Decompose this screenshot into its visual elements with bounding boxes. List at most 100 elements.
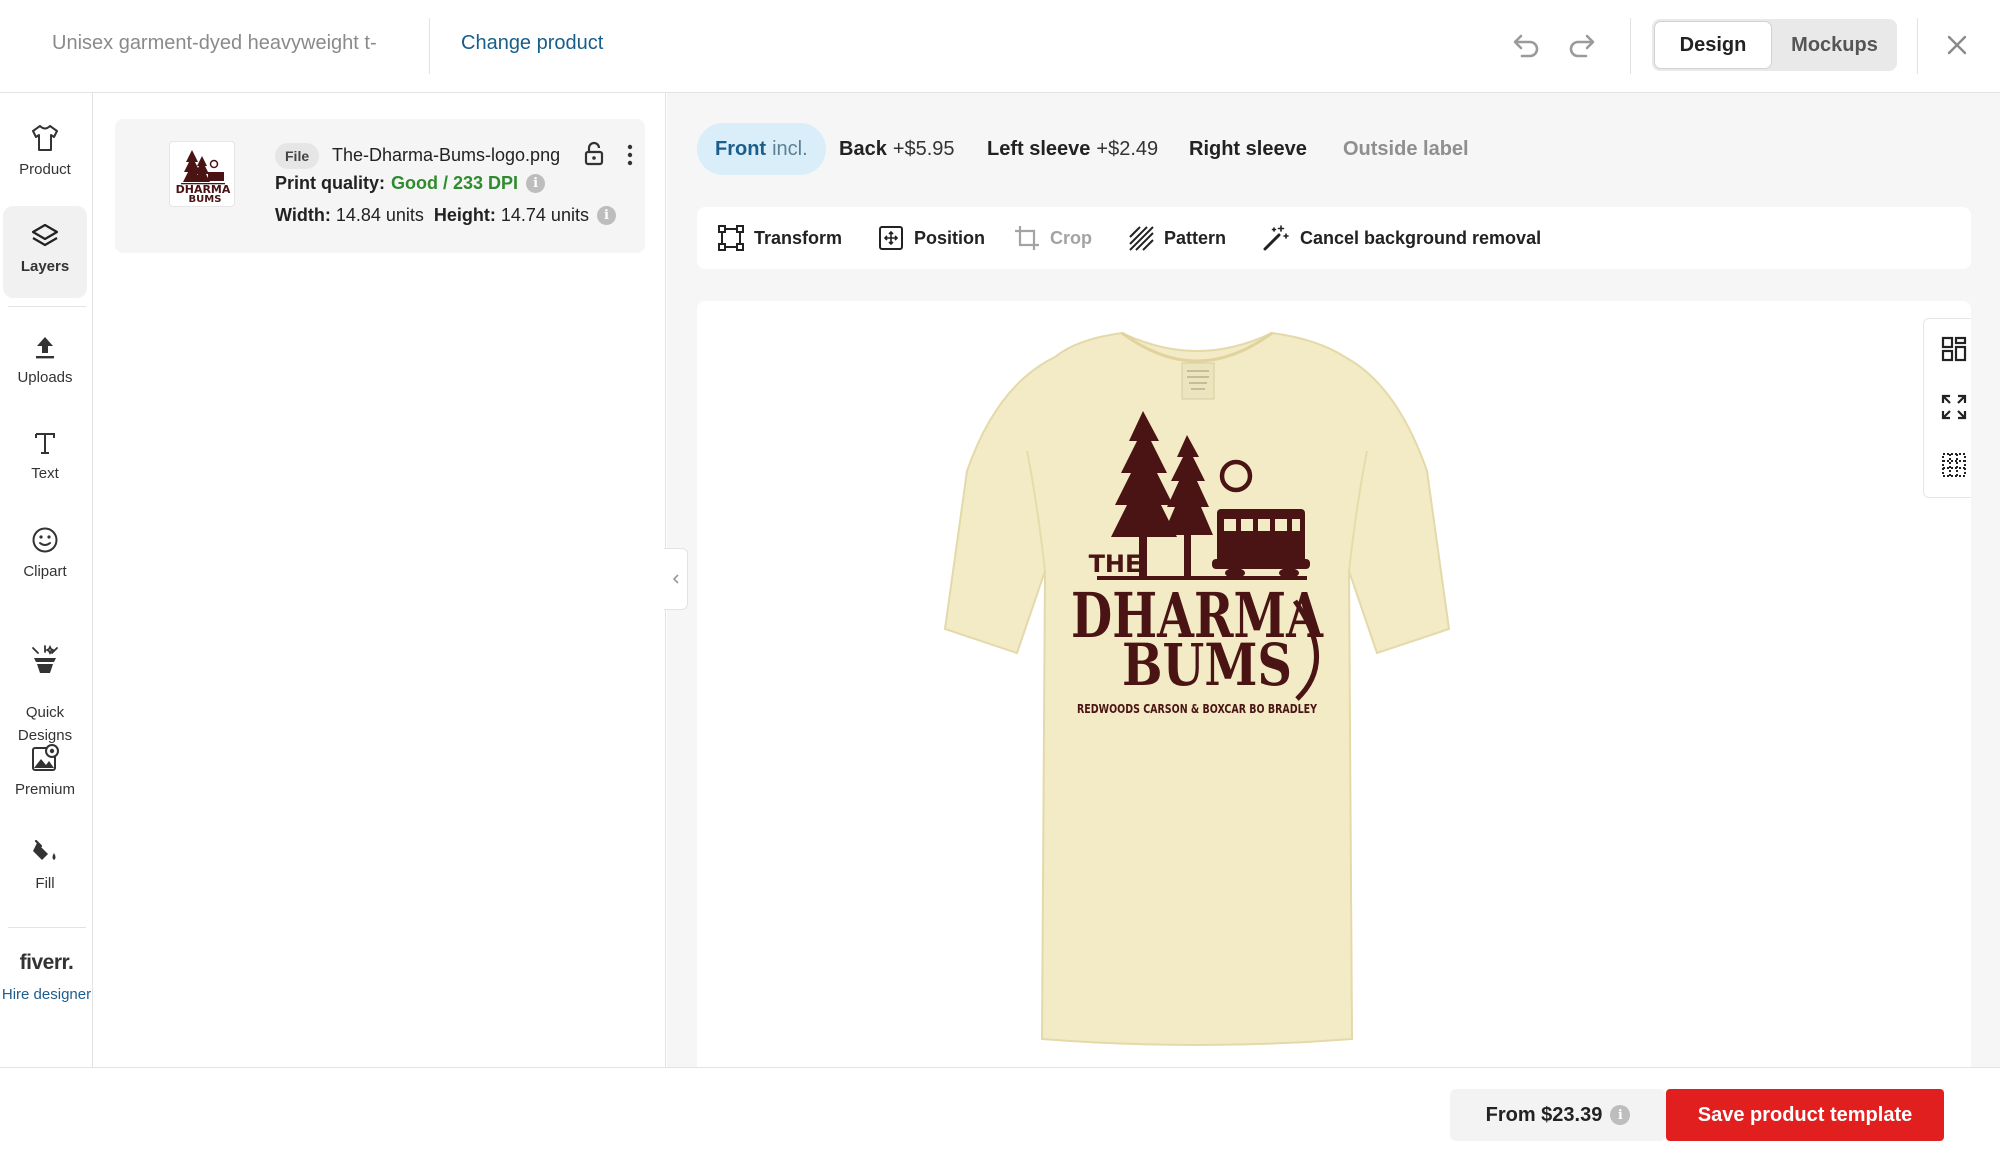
- mockups-toggle-button[interactable]: Mockups: [1774, 21, 1895, 69]
- tab-label: Front: [715, 137, 767, 160]
- view-tools-panel: [1923, 318, 1971, 498]
- tab-left-sleeve[interactable]: Left sleeve +$2.49: [987, 123, 1158, 175]
- price-display: From $23.39 i: [1450, 1089, 1666, 1141]
- width-label: Width:: [275, 205, 331, 225]
- layer-toolbar: Transform Position Crop Pattern Cancel b…: [697, 207, 1971, 269]
- neck-label: [1181, 362, 1215, 400]
- rail-item-quick-designs[interactable]: Quick Designs: [3, 621, 87, 747]
- print-quality-label: Print quality:: [275, 173, 386, 193]
- bottom-bar: From $23.39 i Save product template: [0, 1067, 2000, 1159]
- print-quality: Print quality: Good / 233 DPI i: [275, 173, 546, 194]
- rail-label: Text: [31, 465, 59, 482]
- cancel-background-removal-button[interactable]: Cancel background removal: [1261, 207, 1541, 269]
- rail-item-product[interactable]: Product: [3, 123, 87, 178]
- fit-to-screen-icon[interactable]: [1940, 393, 1968, 421]
- layer-thumbnail: DHARMA BUMS: [169, 141, 235, 207]
- transform-button[interactable]: Transform: [717, 207, 842, 269]
- divider: [1917, 18, 1918, 74]
- design-workspace: Front incl. Back +$5.95 Left sleeve +$2.…: [667, 93, 2000, 1067]
- design-canvas[interactable]: THE DHARMA BUMS REDWOODS CARSON & BOXCAR…: [697, 301, 1971, 1067]
- undo-icon[interactable]: [1508, 30, 1542, 60]
- fiverr-logo: fiverr.: [19, 951, 74, 974]
- paint-bucket-icon: [33, 839, 56, 860]
- upload-icon: [36, 337, 54, 359]
- pattern-button[interactable]: Pattern: [1127, 207, 1226, 269]
- tshirt-icon: [32, 125, 58, 151]
- divider: [1630, 18, 1631, 74]
- tab-price: incl.: [772, 137, 808, 160]
- tab-label: Outside label: [1343, 137, 1469, 160]
- svg-text:BUMS: BUMS: [189, 194, 222, 205]
- rail-label: Layers: [20, 258, 70, 275]
- layer-file-name: The-Dharma-Bums-logo.png: [332, 145, 561, 165]
- rail-item-fill[interactable]: Fill: [3, 837, 87, 892]
- dotted-grid-icon[interactable]: [1940, 451, 1968, 479]
- rail-label: Premium: [14, 781, 75, 798]
- rail-item-premium[interactable]: Premium: [3, 743, 87, 798]
- layers-icon: [31, 223, 59, 247]
- save-product-template-button[interactable]: Save product template: [1666, 1089, 1944, 1141]
- tool-label: Position: [914, 227, 985, 248]
- collapse-panel-button[interactable]: [664, 548, 688, 610]
- position-button[interactable]: Position: [877, 207, 985, 269]
- logo-tagline: REDWOODS CARSON & BOXCAR BO BRADLEY: [1077, 702, 1317, 716]
- crop-button[interactable]: Crop: [1013, 207, 1092, 269]
- rail-label: Product: [19, 161, 71, 178]
- unlock-icon[interactable]: [583, 141, 605, 167]
- rail-item-uploads[interactable]: Uploads: [3, 333, 87, 386]
- trolley-car: [1212, 509, 1310, 578]
- rail-label: Uploads: [17, 369, 73, 386]
- divider: [429, 18, 430, 74]
- crop-icon: [1015, 226, 1039, 250]
- top-bar: Unisex garment-dyed heavyweight t- Chang…: [0, 0, 2000, 93]
- redo-icon[interactable]: [1566, 30, 1600, 60]
- close-icon[interactable]: [1942, 30, 1972, 60]
- rail-divider: [8, 927, 86, 928]
- tab-front[interactable]: Front incl.: [697, 123, 826, 175]
- tab-back[interactable]: Back +$5.95: [839, 123, 955, 175]
- info-icon[interactable]: i: [596, 206, 616, 225]
- rail-item-text[interactable]: Text: [3, 429, 87, 482]
- design-toggle-button[interactable]: Design: [1654, 21, 1772, 69]
- width-value: 14.84 units: [335, 205, 424, 225]
- chevron-left-icon: [672, 574, 679, 584]
- tshirt-mockup: THE DHARMA BUMS REDWOODS CARSON & BOXCAR…: [943, 331, 1451, 1046]
- layer-dimensions: Width: 14.84 units Height: 14.74 units i: [275, 205, 616, 226]
- tree-trunk: [1184, 533, 1191, 577]
- position-icon: [879, 226, 903, 250]
- tool-rail: Product Layers Uploads Text Clipart Quic…: [0, 93, 93, 1067]
- tool-label: Pattern: [1164, 227, 1227, 248]
- info-icon[interactable]: i: [526, 174, 546, 193]
- hire-designer-link[interactable]: Hire designer: [0, 983, 93, 1006]
- info-icon[interactable]: i: [1610, 1105, 1631, 1125]
- rail-divider: [8, 306, 86, 307]
- pattern-icon: [1129, 226, 1154, 251]
- layer-item[interactable]: DHARMA BUMS File The-Dharma-Bums-logo.pn…: [115, 119, 645, 253]
- tab-label: Back: [839, 137, 887, 160]
- print-quality-value: Good / 233 DPI: [391, 173, 519, 193]
- grid-view-icon[interactable]: [1940, 335, 1968, 363]
- height-label: Height:: [433, 205, 496, 225]
- tab-right-sleeve[interactable]: Right sleeve: [1189, 123, 1307, 175]
- rail-item-layers[interactable]: Layers: [3, 206, 87, 298]
- more-options-icon[interactable]: [625, 143, 635, 167]
- product-name: Unisex garment-dyed heavyweight t-: [52, 32, 377, 54]
- tab-price: +$5.95: [892, 137, 955, 160]
- layers-panel: DHARMA BUMS File The-Dharma-Bums-logo.pn…: [93, 93, 666, 1067]
- file-type-badge: File: [275, 143, 320, 169]
- view-toggle: Design Mockups: [1652, 19, 1897, 71]
- tool-label: Crop: [1050, 227, 1092, 248]
- price-label: From $23.39: [1485, 1103, 1603, 1126]
- tab-outside-label[interactable]: Outside label: [1343, 123, 1469, 175]
- height-value: 14.74 units: [500, 205, 589, 225]
- tool-label: Transform: [754, 227, 843, 248]
- rail-label: Clipart: [23, 563, 67, 580]
- tab-label: Left sleeve: [987, 137, 1091, 160]
- change-product-link[interactable]: Change product: [461, 32, 603, 55]
- transform-icon: [718, 225, 744, 251]
- smiley-icon: [32, 527, 58, 553]
- rail-item-clipart[interactable]: Clipart: [3, 525, 87, 580]
- rail-label: Fill: [35, 875, 55, 892]
- sparkle-icon: [32, 644, 58, 673]
- tool-label: Cancel background removal: [1300, 227, 1542, 248]
